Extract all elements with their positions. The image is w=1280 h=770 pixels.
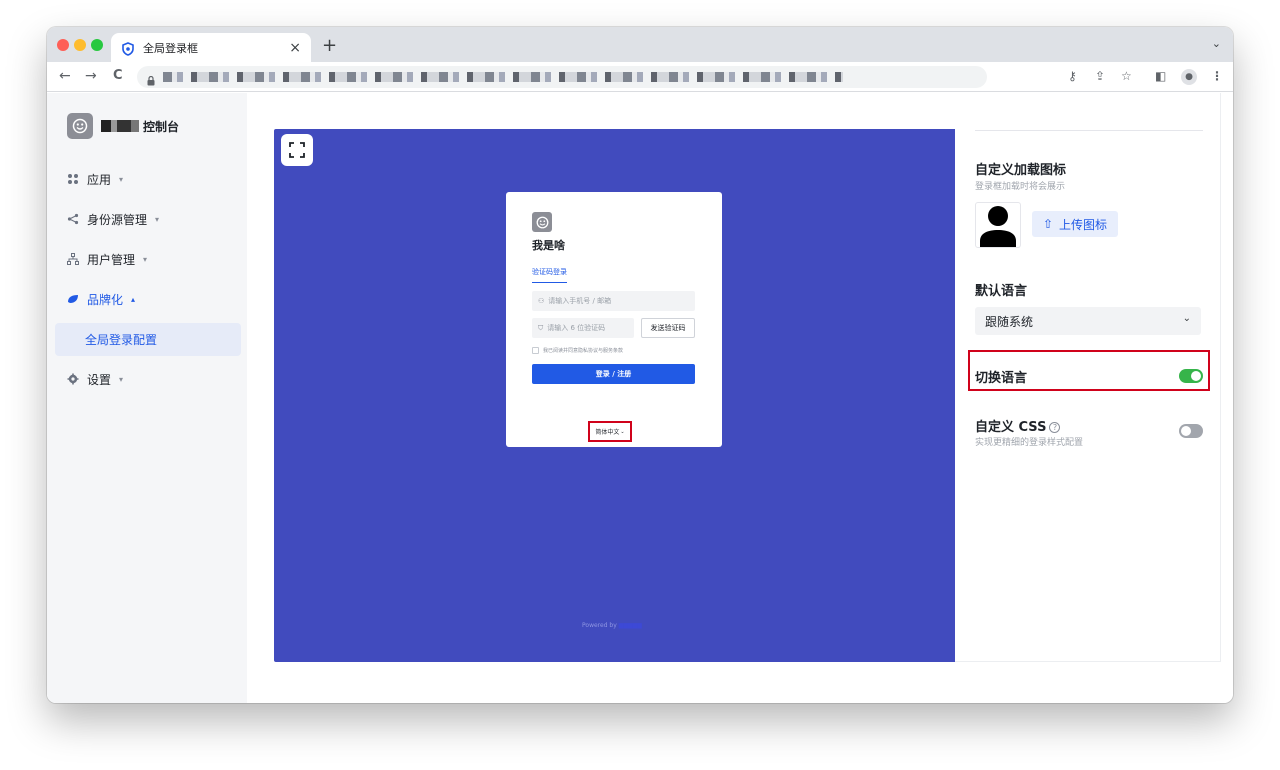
lock-icon [147,71,155,86]
blurred-brand-name [101,120,139,132]
star-icon[interactable]: ☆ [1121,69,1132,83]
sidebar-item-apps[interactable]: 应用 ▾ [67,169,123,189]
help-icon[interactable]: ? [1049,422,1061,433]
login-register-button[interactable]: 登录 / 注册 [532,364,695,384]
chevron-down-icon: ▾ [119,174,124,184]
upload-icon-button[interactable]: ⇧ 上传图标 [1032,211,1118,237]
side-panel-icon[interactable]: ◧ [1155,69,1166,83]
user-silhouette-icon [980,206,1016,247]
powered-by: Powered by ▆▆▆▆▆ [582,622,642,629]
fullscreen-button[interactable] [281,134,313,166]
switch-language-title: 切换语言 [975,371,1028,386]
sidebar-item-label: 品牌化 [87,292,124,307]
sidebar-item-label: 用户管理 [87,252,136,267]
language-switcher[interactable]: 简体中文 ⌄ [588,421,632,442]
chevron-down-icon: ▾ [119,374,124,384]
phone-email-placeholder: 请输入手机号 / 邮箱 [548,297,612,305]
custom-css-toggle[interactable] [1179,424,1203,438]
maximize-window-button[interactable] [91,39,103,51]
chevron-down-icon: ▾ [143,254,148,264]
code-placeholder: 请输入 6 位验证码 [547,324,606,332]
browser-tab[interactable]: 全局登录框 × [111,33,311,62]
sidebar-item-global-login-config[interactable]: 全局登录配置 [55,323,241,356]
tab-bar: 全局登录框 × + ⌄ [47,27,1233,62]
upload-icon: ⇧ [1042,217,1054,231]
custom-css-desc: 实现更精细的登录样式配置 [975,438,1084,448]
browser-window: 全局登录框 × + ⌄ ← → C ⚷ ⇪ ☆ ◧ ● ⋮ 控制台 应用 ▾ 身… [47,27,1233,703]
agreement-row: 我已阅读并同意隐私协议与服务条款 [532,347,623,354]
chevron-down-icon: ⌄ [1182,313,1191,324]
browser-toolbar: ← → C ⚷ ⇪ ☆ ◧ ● ⋮ [47,62,1233,92]
user-icon: ⚇ [538,297,545,305]
app-logo-icon [532,212,552,232]
address-bar[interactable] [137,66,987,88]
switch-language-toggle[interactable] [1179,369,1203,383]
chevron-up-icon: ▴ [131,294,136,304]
toggle-knob [1191,371,1201,381]
close-window-button[interactable] [57,39,69,51]
sidebar-item-label: 应用 [87,172,112,187]
sidebar-item-identity-sources[interactable]: 身份源管理 ▾ [67,209,159,229]
key-icon[interactable]: ⚷ [1068,69,1077,83]
logo-icon [67,113,93,139]
default-language-select[interactable]: 跟随系统 ⌄ [975,307,1201,335]
minimize-window-button[interactable] [74,39,86,51]
share-icon[interactable]: ⇪ [1095,69,1105,83]
toggle-knob [1181,426,1191,436]
tab-search-icon[interactable]: ⌄ [1212,37,1221,50]
tab-code-login[interactable]: 验证码登录 [532,267,567,283]
more-icon[interactable]: ⋮ [1211,69,1223,83]
agreement-checkbox[interactable] [532,347,539,354]
loading-icon-title: 自定义加载图标 [975,163,1067,178]
brand: 控制台 [67,113,179,139]
loading-icon-desc: 登录框加载时将会展示 [975,182,1066,192]
apps-icon [67,173,79,185]
brand-icon [67,293,79,305]
close-tab-icon[interactable]: × [289,40,301,56]
phone-email-input[interactable]: ⚇ 请输入手机号 / 邮箱 [532,291,695,311]
brand-console-label: 控制台 [143,119,180,134]
gear-icon [67,373,79,385]
send-code-button[interactable]: 发送验证码 [641,318,695,338]
app-name: 我是啥 [532,239,565,252]
sidebar-item-label: 设置 [87,372,112,387]
tab-title: 全局登录框 [143,41,198,55]
chevron-down-icon: ⌄ [620,428,625,435]
fullscreen-icon [289,142,305,158]
default-language-title: 默认语言 [975,284,1028,299]
shield-icon [121,41,135,56]
agreement-text: 我已阅读并同意隐私协议与服务条款 [543,348,624,354]
share-icon [67,213,79,225]
sidebar-item-label: 身份源管理 [87,212,148,227]
settings-panel: 自定义加载图标 登录框加载时将会展示 ⇧ 上传图标 默认语言 跟随系统 ⌄ 切换… [955,93,1221,662]
divider [975,130,1203,131]
custom-css-title: 自定义 CSS? [975,416,1061,435]
shield-icon: ⛉ [538,323,544,332]
org-icon [67,253,79,265]
sidebar-item-user-management[interactable]: 用户管理 ▾ [67,249,147,269]
app-content: 控制台 应用 ▾ 身份源管理 ▾ 用户管理 ▾ 品牌化 ▴ 全局登录配置 设置 … [47,93,1233,703]
code-input[interactable]: ⛉ 请输入 6 位验证码 [532,318,634,338]
sidebar: 控制台 应用 ▾ 身份源管理 ▾ 用户管理 ▾ 品牌化 ▴ 全局登录配置 设置 … [47,93,247,703]
sidebar-item-settings[interactable]: 设置 ▾ [67,369,123,389]
default-language-value: 跟随系统 [985,314,1034,329]
powered-by-brand: ▆▆▆▆▆ [618,622,642,629]
sidebar-item-branding[interactable]: 品牌化 ▴ [67,289,135,309]
login-preview: 我是啥 验证码登录 ⚇ 请输入手机号 / 邮箱 ⛉ 请输入 6 位验证码 发送验… [274,129,955,662]
chevron-down-icon: ▾ [155,214,160,224]
upload-label: 上传图标 [1059,217,1108,232]
loading-icon-preview [975,202,1021,248]
forward-icon[interactable]: → [85,68,97,84]
back-icon[interactable]: ← [59,68,71,84]
reload-icon[interactable]: C [113,68,123,83]
new-tab-icon[interactable]: + [322,35,337,56]
login-card: 我是啥 验证码登录 ⚇ 请输入手机号 / 邮箱 ⛉ 请输入 6 位验证码 发送验… [506,192,722,447]
profile-icon[interactable]: ● [1181,69,1197,85]
blurred-url [163,72,843,82]
language-label: 简体中文 [595,429,620,436]
